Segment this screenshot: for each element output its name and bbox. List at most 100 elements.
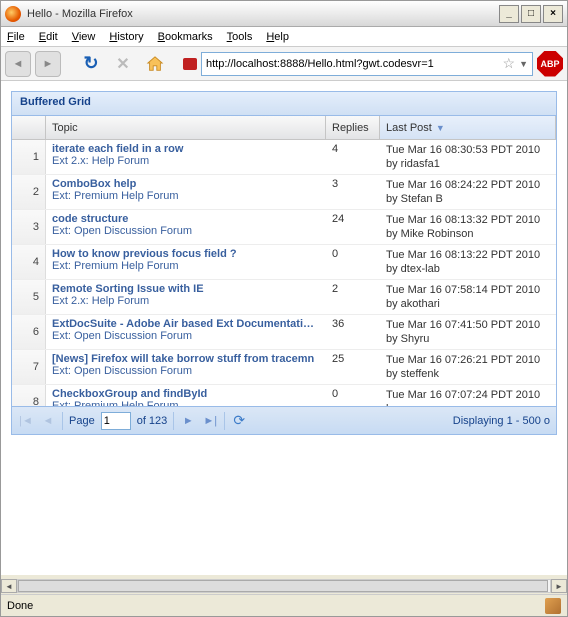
- url-dropdown-icon[interactable]: ▼: [519, 59, 528, 69]
- reload-button[interactable]: ↻: [77, 50, 105, 78]
- menu-edit[interactable]: Edit: [39, 31, 58, 43]
- horizontal-scrollbar[interactable]: ◄ ►: [1, 578, 567, 594]
- row-number: 4: [12, 245, 46, 279]
- topic-title[interactable]: ExtDocSuite - Adobe Air based Ext Docume…: [52, 318, 320, 330]
- menu-history[interactable]: History: [109, 31, 143, 43]
- page-next-button[interactable]: ►: [180, 413, 196, 429]
- cell-topic: How to know previous focus field ?Ext: P…: [46, 245, 326, 279]
- table-row[interactable]: 1iterate each field in a rowExt 2.x: Hel…: [12, 140, 556, 175]
- topic-forum: Ext: Open Discussion Forum: [52, 365, 192, 377]
- row-number: 8: [12, 385, 46, 406]
- menubar: File Edit View History Bookmarks Tools H…: [1, 27, 567, 47]
- row-number: 7: [12, 350, 46, 384]
- menu-tools[interactable]: Tools: [227, 31, 253, 43]
- cell-topic: CheckboxGroup and findByIdExt: Premium H…: [46, 385, 326, 406]
- back-button[interactable]: ◄: [5, 51, 31, 77]
- topic-title[interactable]: code structure: [52, 213, 320, 225]
- table-row[interactable]: 3code structureExt: Open Discussion Foru…: [12, 210, 556, 245]
- content-area: Buffered Grid Topic Replies Last Post ▼ …: [1, 81, 567, 575]
- cell-topic: iterate each field in a rowExt 2.x: Help…: [46, 140, 326, 174]
- cell-topic: Remote Sorting Issue with IEExt 2.x: Hel…: [46, 280, 326, 314]
- cell-replies: 0: [326, 245, 380, 279]
- row-number: 1: [12, 140, 46, 174]
- col-rownum[interactable]: [12, 116, 46, 139]
- cell-topic: ExtDocSuite - Adobe Air based Ext Docume…: [46, 315, 326, 349]
- topic-title[interactable]: [News] Firefox will take borrow stuff fr…: [52, 353, 320, 365]
- col-replies[interactable]: Replies: [326, 116, 380, 139]
- cell-replies: 4: [326, 140, 380, 174]
- col-topic[interactable]: Topic: [46, 116, 326, 139]
- table-row[interactable]: 4How to know previous focus field ?Ext: …: [12, 245, 556, 280]
- row-number: 5: [12, 280, 46, 314]
- cell-topic: code structureExt: Open Discussion Forum: [46, 210, 326, 244]
- cell-lastpost: Tue Mar 16 07:41:50 PDT 2010by Shyru: [380, 315, 556, 349]
- cell-lastpost: Tue Mar 16 08:13:32 PDT 2010by Mike Robi…: [380, 210, 556, 244]
- cell-replies: 2: [326, 280, 380, 314]
- page-last-button[interactable]: ►|: [202, 413, 218, 429]
- scroll-left-arrow[interactable]: ◄: [1, 579, 17, 593]
- page-first-button[interactable]: |◄: [18, 413, 34, 429]
- minimize-button[interactable]: _: [499, 5, 519, 23]
- grid-body[interactable]: 1iterate each field in a rowExt 2.x: Hel…: [12, 140, 556, 406]
- separator: [173, 412, 174, 430]
- close-button[interactable]: ×: [543, 5, 563, 23]
- cell-replies: 3: [326, 175, 380, 209]
- topic-forum: Ext: Premium Help Forum: [52, 190, 179, 202]
- cell-replies: 25: [326, 350, 380, 384]
- statusbar-icon[interactable]: [545, 598, 561, 614]
- panel-title: Buffered Grid: [12, 92, 556, 116]
- statusbar: Done: [1, 594, 567, 616]
- menu-bookmarks[interactable]: Bookmarks: [158, 31, 213, 43]
- scroll-thumb[interactable]: [18, 580, 548, 592]
- home-button[interactable]: [141, 50, 169, 78]
- toolbar: ◄ ► ↻ ✕ ☆ ▼ ABP: [1, 47, 567, 81]
- cell-lastpost: Tue Mar 16 08:30:53 PDT 2010by ridasfa1: [380, 140, 556, 174]
- cell-lastpost: Tue Mar 16 07:07:24 PDT 2010by ...: [380, 385, 556, 406]
- topic-forum: Ext 2.x: Help Forum: [52, 295, 149, 307]
- paging-toolbar: |◄ ◄ Page of 123 ► ►| ⟳ Displaying 1 - 5…: [12, 406, 556, 434]
- topic-title[interactable]: How to know previous focus field ?: [52, 248, 320, 260]
- topic-forum: Ext: Open Discussion Forum: [52, 225, 192, 237]
- topic-forum: Ext: Open Discussion Forum: [52, 330, 192, 342]
- abp-button[interactable]: ABP: [537, 51, 563, 77]
- bookmark-star-icon[interactable]: ☆: [503, 55, 516, 72]
- stop-button[interactable]: ✕: [109, 50, 137, 78]
- topic-forum: Ext: Premium Help Forum: [52, 400, 179, 406]
- url-input[interactable]: [206, 58, 499, 70]
- topic-forum: Ext 2.x: Help Forum: [52, 155, 149, 167]
- table-row[interactable]: 7 [News] Firefox will take borrow stuff f…: [12, 350, 556, 385]
- table-row[interactable]: 8CheckboxGroup and findByIdExt: Premium …: [12, 385, 556, 406]
- separator: [224, 412, 225, 430]
- page-prev-button[interactable]: ◄: [40, 413, 56, 429]
- topic-title[interactable]: CheckboxGroup and findById: [52, 388, 320, 400]
- firefox-icon: [5, 6, 21, 22]
- cell-topic: [News] Firefox will take borrow stuff fr…: [46, 350, 326, 384]
- menu-help[interactable]: Help: [266, 31, 289, 43]
- cell-replies: 0: [326, 385, 380, 406]
- col-lastpost-label: Last Post: [386, 122, 432, 134]
- page-total: of 123: [137, 415, 168, 427]
- row-number: 6: [12, 315, 46, 349]
- table-row[interactable]: 6 ExtDocSuite - Adobe Air based Ext Docum…: [12, 315, 556, 350]
- topic-title[interactable]: ComboBox help: [52, 178, 320, 190]
- scroll-track[interactable]: [17, 579, 551, 593]
- topic-title[interactable]: Remote Sorting Issue with IE: [52, 283, 320, 295]
- table-row[interactable]: 2ComboBox helpExt: Premium Help Forum3Tu…: [12, 175, 556, 210]
- menu-file[interactable]: File: [7, 31, 25, 43]
- col-lastpost[interactable]: Last Post ▼: [380, 116, 556, 139]
- cell-lastpost: Tue Mar 16 07:26:21 PDT 2010by steffenk: [380, 350, 556, 384]
- refresh-button[interactable]: ⟳: [231, 413, 247, 429]
- topic-title[interactable]: iterate each field in a row: [52, 143, 320, 155]
- forward-button[interactable]: ►: [35, 51, 61, 77]
- row-number: 3: [12, 210, 46, 244]
- menu-view[interactable]: View: [72, 31, 96, 43]
- scroll-right-arrow[interactable]: ►: [551, 579, 567, 593]
- display-info: Displaying 1 - 500 o: [253, 415, 550, 427]
- table-row[interactable]: 5Remote Sorting Issue with IEExt 2.x: He…: [12, 280, 556, 315]
- cell-topic: ComboBox helpExt: Premium Help Forum: [46, 175, 326, 209]
- titlebar: Hello - Mozilla Firefox _ □ ×: [1, 1, 567, 27]
- maximize-button[interactable]: □: [521, 5, 541, 23]
- url-bar[interactable]: ☆ ▼: [201, 52, 533, 76]
- page-input[interactable]: [101, 412, 131, 430]
- site-icon: [183, 58, 197, 70]
